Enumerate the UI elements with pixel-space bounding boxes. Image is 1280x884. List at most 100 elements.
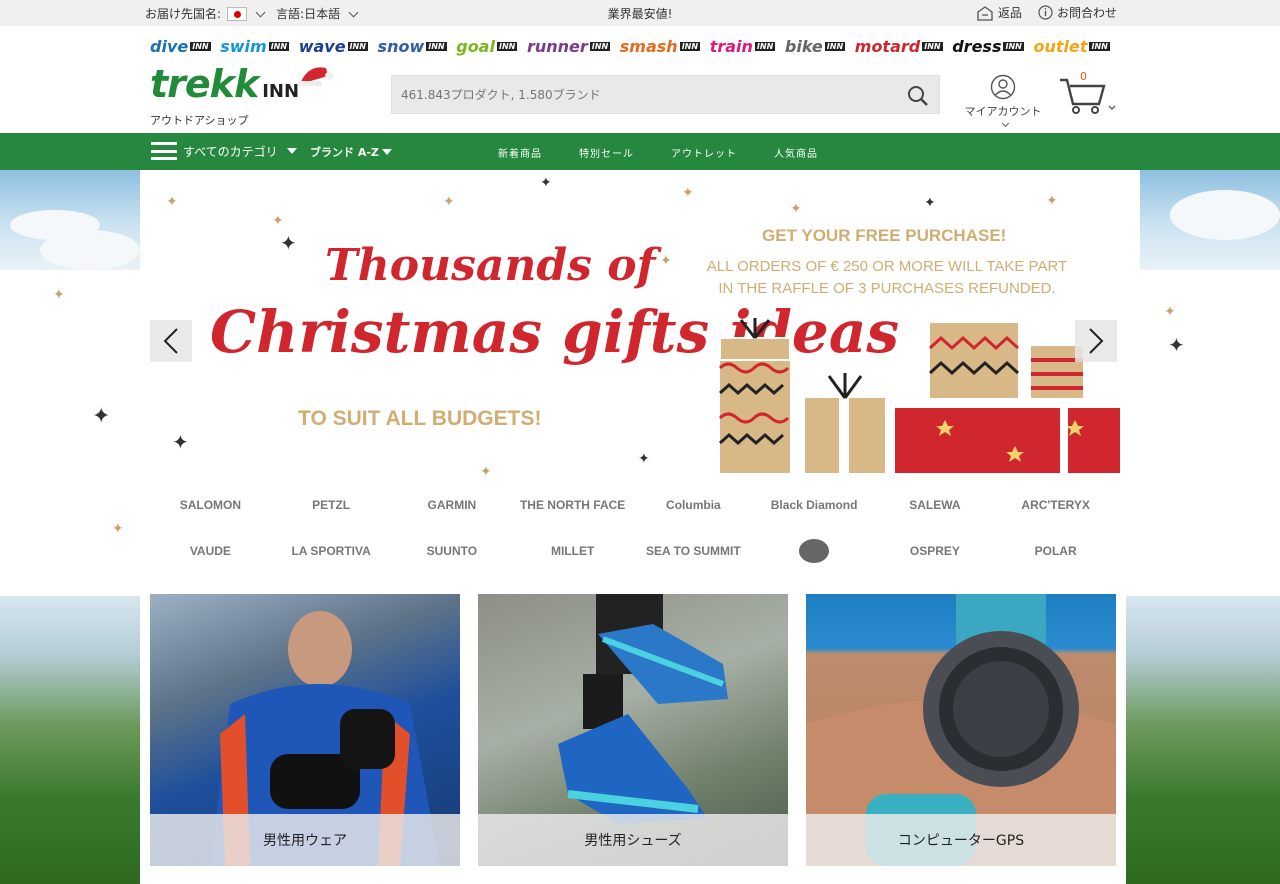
brand-site-name: snow <box>377 37 425 56</box>
hero-headline-1: Thousands of <box>325 240 656 291</box>
inn-tag: INN <box>426 42 447 51</box>
inn-tag: INN <box>824 42 846 51</box>
brand-logo[interactable]: THE NORTH FACE <box>512 490 633 520</box>
mountain-background-left <box>0 596 140 884</box>
star-icon: ✦ <box>172 430 189 454</box>
brand-site-link-snow[interactable]: snow INN <box>378 37 447 56</box>
santa-hat-icon <box>298 67 333 86</box>
info-icon <box>1038 5 1053 20</box>
star-icon: ✦ <box>1164 304 1176 320</box>
brand-site-link-smash[interactable]: smash INN <box>620 37 701 56</box>
star-icon: ✦ <box>924 195 936 211</box>
brand-logo[interactable]: LA SPORTIVA <box>271 536 392 566</box>
brand-site-name: motard <box>854 37 921 56</box>
brand-site-link-dive[interactable]: dive INN <box>150 37 211 56</box>
trekkinn-logo[interactable]: trekk INN アウトドアショップ <box>150 62 333 127</box>
brand-site-link-train[interactable]: train INN <box>710 37 776 56</box>
inn-tag: INN <box>496 42 518 51</box>
brand-site-link-dress[interactable]: dress INN <box>952 37 1024 56</box>
inn-tag: INN <box>347 42 368 51</box>
tile-label: コンピューターGPS <box>806 814 1116 866</box>
category-tile-mens-clothing[interactable]: 男性用ウェア <box>150 594 460 866</box>
brand-site-link-swim[interactable]: swim INN <box>220 37 290 56</box>
brand-site-name: bike <box>784 37 823 56</box>
brand-logo[interactable]: SEA TO SUMMIT <box>633 536 754 566</box>
category-tile-mens-shoes[interactable]: 男性用シューズ <box>478 594 788 866</box>
brand-site-link-bike[interactable]: bike INN <box>784 37 846 56</box>
star-icon: ✦ <box>272 213 284 229</box>
brand-site-link-runner[interactable]: runner INN <box>527 37 611 56</box>
star-icon: ✦ <box>540 175 552 191</box>
category-tile-gps[interactable]: コンピューターGPS <box>806 594 1116 866</box>
brand-logo[interactable]: OSPREY <box>875 536 996 566</box>
user-icon <box>990 74 1016 100</box>
brand-logo[interactable]: POLAR <box>995 536 1116 566</box>
mountain-background-right <box>1126 596 1280 884</box>
carousel-next-button[interactable] <box>1075 320 1117 362</box>
hero-promo-text: ALL ORDERS OF € 250 OR MORE WILL TAKE PA… <box>680 256 1094 300</box>
brand-logo[interactable]: GARMIN <box>392 490 513 520</box>
inn-tag: INN <box>922 42 943 51</box>
brands-az-menu[interactable]: ブランド A-Z <box>310 144 392 160</box>
logo-word: trekk <box>150 62 259 106</box>
brand-logo[interactable]: ARC'TERYX <box>995 490 1116 520</box>
brand-site-name: goal <box>456 37 495 56</box>
brand-site-link-wave[interactable]: wave INN <box>299 37 368 56</box>
star-icon: ✦ <box>53 287 65 303</box>
star-icon: ✦ <box>1046 193 1058 209</box>
brand-site-link-outlet[interactable]: outlet INN <box>1033 37 1110 56</box>
brand-site-link-goal[interactable]: goal INN <box>456 37 518 56</box>
star-icon: ✦ <box>638 451 650 467</box>
account-label: マイアカウント <box>964 105 1042 118</box>
brand-logo[interactable]: VAUDE <box>150 536 271 566</box>
search-input[interactable] <box>392 76 872 113</box>
inn-tag: INN <box>754 42 776 51</box>
all-categories-menu[interactable]: すべてのカテゴリ <box>151 142 297 160</box>
circle-logo-icon <box>799 539 830 563</box>
brands-az-label: ブランド A-Z <box>310 146 379 159</box>
carousel-prev-button[interactable] <box>150 320 192 362</box>
star-icon: ✦ <box>443 194 455 210</box>
brand-logo[interactable] <box>754 536 875 566</box>
account-menu[interactable]: マイアカウント <box>962 74 1044 132</box>
brand-logo[interactable]: PETZL <box>271 490 392 520</box>
brand-logo[interactable]: SUUNTO <box>392 536 513 566</box>
brand-logo[interactable]: SALOMON <box>150 490 271 520</box>
brand-site-name: dive <box>150 37 189 56</box>
return-box-icon <box>977 5 993 21</box>
brand-site-name: dress <box>952 37 1002 56</box>
returns-link[interactable]: 返品 <box>976 4 1022 21</box>
inn-tag: INN <box>268 42 290 51</box>
star-icon: ✦ <box>660 253 672 269</box>
cart-icon <box>1060 78 1116 114</box>
star-icon: ✦ <box>280 231 297 255</box>
search-bar <box>391 75 940 114</box>
brand-logo[interactable]: Columbia <box>633 490 754 520</box>
brand-site-name: outlet <box>1033 37 1088 56</box>
nav-link-popular[interactable]: 人気商品 <box>774 145 818 160</box>
star-icon: ✦ <box>480 464 492 480</box>
chevron-down-icon <box>1001 119 1010 128</box>
brand-site-row: dive INN swim INN wave INN snow INN goal INN runne… <box>150 37 1110 56</box>
brand-logo[interactable]: MILLET <box>512 536 633 566</box>
brand-logo[interactable]: SALEWA <box>875 490 996 520</box>
nav-link-sale[interactable]: 特別セール <box>579 145 634 160</box>
brand-site-link-motard[interactable]: motard INN <box>855 37 943 56</box>
nav-link-outlet[interactable]: アウトレット <box>671 145 737 160</box>
hero-promo-line-1: ALL ORDERS OF € 250 OR MORE WILL TAKE PA… <box>706 258 1068 275</box>
inn-tag: INN <box>679 42 701 51</box>
search-icon[interactable] <box>907 85 929 107</box>
tile-label: 男性用ウェア <box>150 814 460 866</box>
cart-button[interactable]: 0 <box>1058 70 1118 122</box>
inn-tag: INN <box>1089 42 1110 51</box>
cart-count: 0 <box>1080 70 1087 83</box>
sky-background-right <box>1140 170 1280 270</box>
contact-link[interactable]: お問合わせ <box>1038 4 1117 21</box>
star-icon: ✦ <box>166 194 178 210</box>
star-icon: ✦ <box>92 404 111 429</box>
hero-promo-line-2: IN THE RAFFLE OF 3 PURCHASES REFUNDED. <box>718 280 1056 297</box>
all-categories-label: すべてのカテゴリ <box>183 144 278 159</box>
brand-logo[interactable]: Black Diamond <box>754 490 875 520</box>
gift-boxes-illustration <box>718 318 1120 473</box>
nav-link-new[interactable]: 新着商品 <box>498 145 542 160</box>
